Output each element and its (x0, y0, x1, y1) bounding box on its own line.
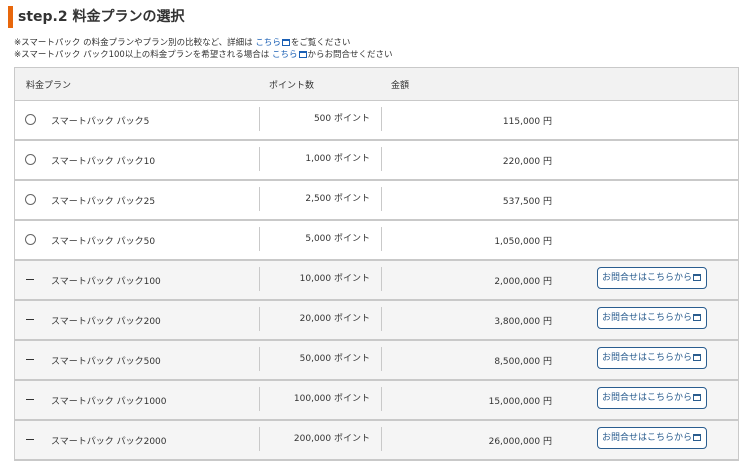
plan-name: スマートパック パック5 (51, 117, 150, 127)
plan-name: スマートパック パック1000 (51, 397, 167, 407)
plan-row[interactable]: スマートパック パック25 2,500 ポイント 537,500 円 (15, 181, 738, 221)
plan-price: 26,000,000 円 (488, 437, 552, 447)
external-window-icon (693, 394, 701, 401)
column-divider (381, 347, 382, 371)
plan-points: 1,000 ポイント (305, 154, 370, 164)
plan-row[interactable]: スマートパック パック5 500 ポイント 115,000 円 (15, 101, 738, 141)
plan-points: 100,000 ポイント (293, 394, 370, 404)
dash-marker (26, 439, 34, 440)
section-title: step.2 料金プランの選択 (8, 6, 184, 28)
column-divider (381, 107, 382, 131)
external-window-icon (693, 314, 701, 321)
header-plan: 料金プラン (26, 81, 72, 91)
header-price: 金額 (391, 81, 410, 91)
plan-name: スマートパック パック50 (51, 237, 156, 247)
contact-button[interactable]: お問合せはこちらから (597, 307, 707, 329)
plan-price: 3,800,000 円 (494, 317, 552, 327)
plan-name: スマートパック パック2000 (51, 437, 167, 447)
note-text: からお問合せください (307, 50, 393, 60)
plan-table: 料金プラン ポイント数 金額 スマートパック パック5 500 ポイント 115,0… (14, 67, 739, 461)
header-points: ポイント数 (269, 81, 315, 91)
external-window-icon (693, 354, 701, 361)
plan-points: 20,000 ポイント (299, 314, 370, 324)
dash-marker (26, 319, 34, 320)
note-text: をご覧ください (290, 38, 351, 48)
plan-price: 537,500 円 (502, 197, 552, 207)
external-window-icon (298, 51, 307, 58)
plan-price: 115,000 円 (502, 117, 552, 127)
plan-points: 2,500 ポイント (305, 194, 370, 204)
plan-row: スマートパック パック500 50,000 ポイント 8,500,000 円 お問合せ… (15, 341, 738, 381)
column-divider (381, 187, 382, 211)
contact-button[interactable]: お問合せはこちらから (597, 427, 707, 449)
plan-points: 500 ポイント (313, 114, 370, 124)
dash-marker (26, 399, 34, 400)
plan-radio[interactable] (25, 114, 36, 125)
note-text: ※スマートパック パック100以上の料金プランを希望される場合は (14, 50, 272, 60)
contact-button-label: お問合せはこちらから (601, 353, 692, 363)
contact-button-label: お問合せはこちらから (601, 393, 692, 403)
plan-row: スマートパック パック2000 200,000 ポイント 26,000,000 円 お… (15, 421, 738, 461)
plan-row[interactable]: スマートパック パック10 1,000 ポイント 220,000 円 (15, 141, 738, 181)
plan-row: スマートパック パック1000 100,000 ポイント 15,000,000 円 お… (15, 381, 738, 421)
notes: ※スマートパック の料金プランやプラン別の比較など、詳細は こちら をご覧ください… (14, 37, 393, 61)
plan-name: スマートパック パック200 (51, 317, 161, 327)
contact-button-label: お問合せはこちらから (601, 273, 692, 283)
plan-radio[interactable] (25, 234, 36, 245)
dash-marker (26, 359, 34, 360)
plan-points: 50,000 ポイント (299, 354, 370, 364)
column-divider (381, 227, 382, 251)
plan-price: 2,000,000 円 (494, 277, 552, 287)
plan-points: 5,000 ポイント (305, 234, 370, 244)
plan-radio[interactable] (25, 154, 36, 165)
plan-price: 8,500,000 円 (494, 357, 552, 367)
contact-button[interactable]: お問合せはこちらから (597, 387, 707, 409)
contact-button[interactable]: お問合せはこちらから (597, 347, 707, 369)
column-divider (381, 147, 382, 171)
column-divider (381, 267, 382, 291)
note-text: ※スマートパック の料金プランやプラン別の比較など、詳細は (14, 38, 256, 48)
column-divider (381, 307, 382, 331)
plan-price: 1,050,000 円 (494, 237, 552, 247)
plan-row[interactable]: スマートパック パック50 5,000 ポイント 1,050,000 円 (15, 221, 738, 261)
plan-points: 10,000 ポイント (299, 274, 370, 284)
column-divider (381, 387, 382, 411)
plan-price: 220,000 円 (502, 157, 552, 167)
column-divider (259, 227, 260, 251)
contact-button-label: お問合せはこちらから (601, 313, 692, 323)
column-divider (381, 427, 382, 451)
table-header: 料金プラン ポイント数 金額 (15, 68, 738, 101)
column-divider (259, 147, 260, 171)
column-divider (259, 187, 260, 211)
plan-name: スマートパック パック500 (51, 357, 161, 367)
column-divider (259, 307, 260, 331)
plan-name: スマートパック パック25 (51, 197, 156, 207)
column-divider (259, 427, 260, 451)
details-link[interactable]: こちら (255, 38, 281, 48)
dash-marker (26, 279, 34, 280)
contact-button-label: お問合せはこちらから (601, 433, 692, 443)
external-window-icon (281, 39, 290, 46)
column-divider (259, 347, 260, 371)
plan-points: 200,000 ポイント (293, 434, 370, 444)
plan-name: スマートパック パック100 (51, 277, 161, 287)
note-comparison: ※スマートパック の料金プランやプラン別の比較など、詳細は こちら をご覧ください (14, 37, 393, 49)
plan-row: スマートパック パック200 20,000 ポイント 3,800,000 円 お問合せ… (15, 301, 738, 341)
contact-button[interactable]: お問合せはこちらから (597, 267, 707, 289)
plan-name: スマートパック パック10 (51, 157, 156, 167)
column-divider (259, 387, 260, 411)
column-divider (259, 107, 260, 131)
plan-row: スマートパック パック100 10,000 ポイント 2,000,000 円 お問合せ… (15, 261, 738, 301)
contact-link[interactable]: こちら (272, 50, 298, 60)
external-window-icon (693, 434, 701, 441)
external-window-icon (693, 274, 701, 281)
note-contact: ※スマートパック パック100以上の料金プランを希望される場合は こちら からお問… (14, 49, 393, 61)
plan-radio[interactable] (25, 194, 36, 205)
plan-price: 15,000,000 円 (488, 397, 552, 407)
column-divider (259, 267, 260, 291)
